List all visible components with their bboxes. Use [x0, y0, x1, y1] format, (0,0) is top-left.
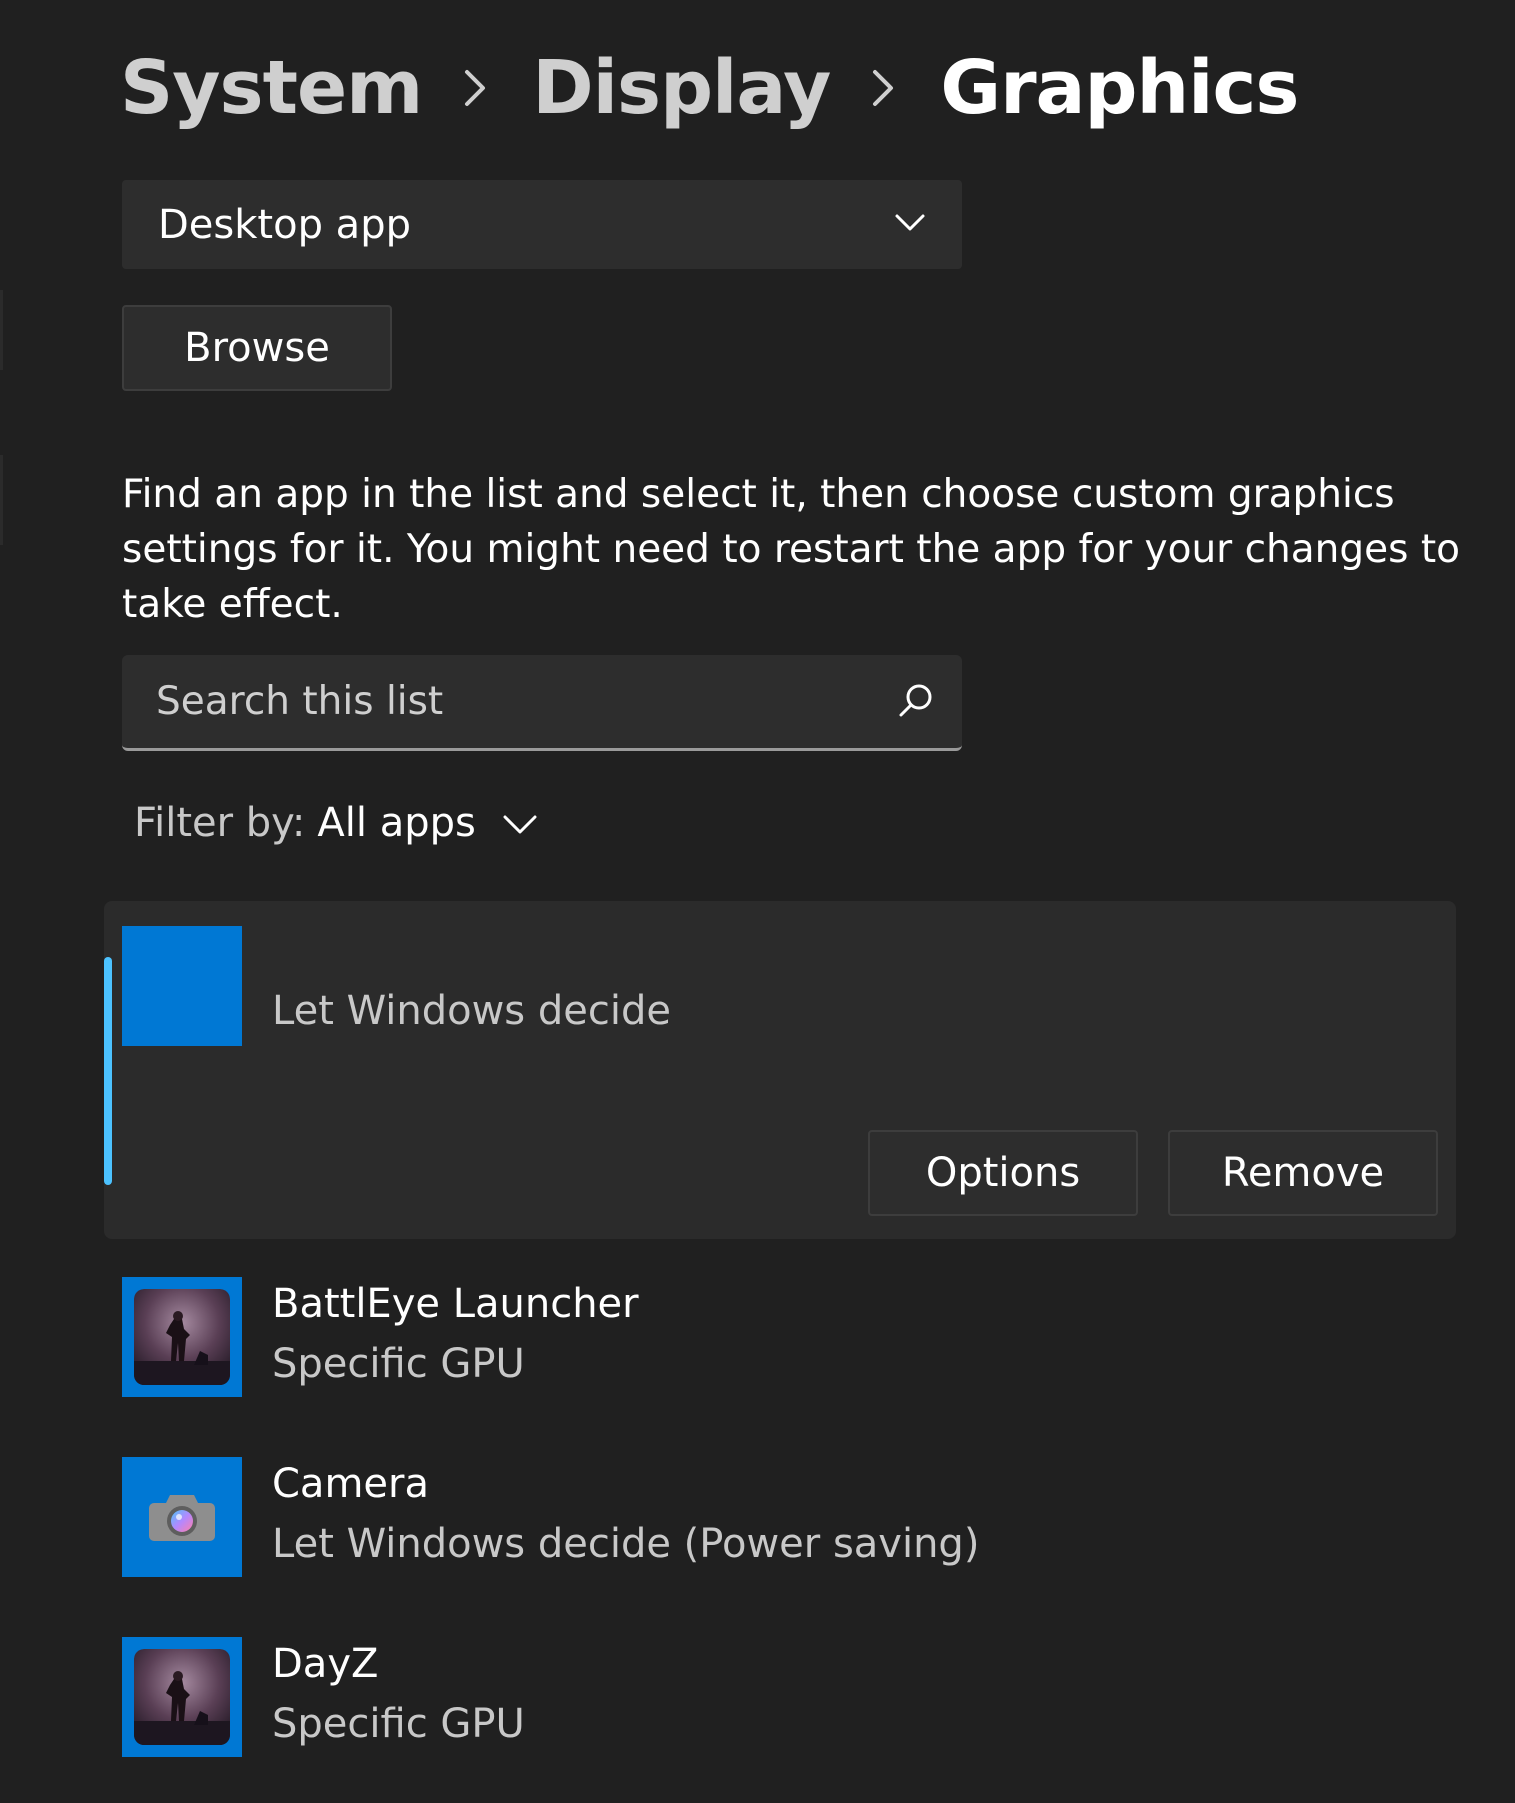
search-icon[interactable] — [898, 682, 934, 722]
camera-icon — [122, 1457, 242, 1577]
remove-button[interactable]: Remove — [1168, 1130, 1438, 1216]
selected-app-status: Let Windows decide — [272, 988, 671, 1034]
app-icon-placeholder — [122, 926, 242, 1046]
page-title: Graphics — [940, 45, 1299, 131]
game-icon — [122, 1637, 242, 1757]
app-name: BattlEye Launcher — [272, 1281, 639, 1327]
chevron-right-icon — [872, 69, 894, 107]
breadcrumb-system[interactable]: System — [120, 38, 423, 138]
filter-value: All apps — [317, 800, 476, 846]
filter-dropdown[interactable]: Filter by: All apps — [134, 790, 538, 856]
search-input[interactable] — [154, 678, 898, 725]
app-status: Specific GPU — [272, 1341, 525, 1387]
chevron-down-icon — [502, 800, 538, 846]
list-item[interactable]: Camera Let Windows decide (Power saving) — [122, 1457, 1422, 1577]
game-icon — [122, 1277, 242, 1397]
description-text: Find an app in the list and select it, t… — [122, 472, 1460, 627]
search-box[interactable] — [122, 655, 962, 751]
app-type-value: Desktop app — [158, 201, 411, 248]
options-button[interactable]: Options — [868, 1130, 1138, 1216]
app-status: Let Windows decide (Power saving) — [272, 1521, 980, 1567]
window-edge-mark — [0, 455, 3, 545]
list-item[interactable]: DayZ Specific GPU — [122, 1637, 1422, 1757]
chevron-right-icon — [464, 69, 486, 107]
selection-indicator — [104, 957, 112, 1185]
app-name: Camera — [272, 1461, 429, 1507]
window-edge-mark — [0, 290, 3, 370]
app-type-dropdown[interactable]: Desktop app — [122, 180, 962, 269]
breadcrumb: System Display Graphics — [120, 38, 1299, 138]
list-item[interactable]: BattlEye Launcher Specific GPU — [122, 1277, 1422, 1397]
browse-button[interactable]: Browse — [122, 305, 392, 391]
app-status: Specific GPU — [272, 1701, 525, 1747]
breadcrumb-display[interactable]: Display — [532, 38, 831, 138]
filter-label: Filter by: — [134, 800, 306, 846]
chevron-down-icon — [894, 213, 926, 237]
app-name: DayZ — [272, 1641, 379, 1687]
